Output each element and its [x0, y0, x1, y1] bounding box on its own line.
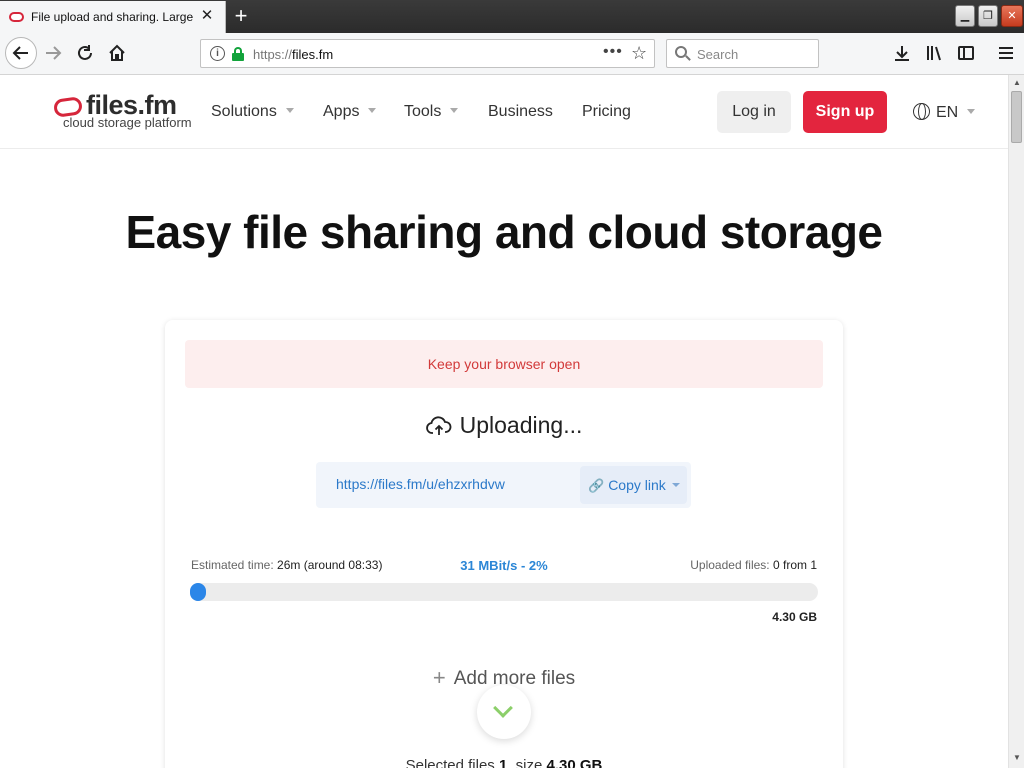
scrollbar-thumb[interactable] [1011, 91, 1022, 143]
home-icon [109, 44, 125, 61]
logo-tagline: cloud storage platform [63, 115, 192, 130]
site-header: files.fm cloud storage platform Solution… [0, 75, 1008, 149]
language-label: EN [936, 104, 959, 121]
home-button[interactable] [102, 38, 132, 68]
chevron-down-icon [967, 109, 976, 114]
url-protocol: https:// [253, 47, 293, 62]
browser-titlebar: File upload and sharing. Large file ✕ + … [0, 0, 1024, 33]
nav-label: Tools [404, 103, 442, 120]
chevron-down-icon [450, 108, 459, 113]
language-selector[interactable]: EN [913, 103, 976, 122]
uploaded-label: Uploaded files: [690, 558, 770, 572]
files-fm-favicon-icon [9, 12, 24, 22]
copy-link-label: Copy link [608, 477, 666, 493]
nav-business[interactable]: Business [488, 103, 553, 121]
cloud-upload-icon [425, 416, 452, 435]
uploaded-value: 0 from 1 [772, 558, 817, 572]
tab-title: File upload and sharing. Large file [31, 10, 193, 24]
chevron-down-icon [368, 108, 377, 113]
chevron-down-icon [671, 483, 680, 487]
selected-size-label: , size [507, 757, 543, 768]
scroll-down-button[interactable] [477, 685, 531, 739]
arrow-right-icon [46, 46, 62, 60]
upload-status: Uploading... [165, 412, 843, 439]
selected-prefix: Selected files [405, 757, 495, 768]
url-text[interactable]: https://files.fm [253, 47, 333, 62]
nav-label: Apps [323, 103, 360, 120]
reload-icon [78, 45, 92, 60]
page-actions-icon[interactable]: ••• [603, 43, 623, 61]
nav-solutions[interactable]: Solutions [211, 103, 294, 121]
signup-button[interactable]: Sign up [803, 91, 887, 133]
globe-icon [913, 103, 930, 120]
total-size: 4.30 GB [772, 610, 817, 624]
chevron-down-icon [285, 108, 294, 113]
link-icon: 🔗 [588, 478, 605, 493]
sidebar-icon[interactable] [954, 41, 978, 65]
files-fm-logo[interactable]: files.fm cloud storage platform [52, 90, 192, 133]
new-tab-button[interactable]: + [230, 5, 252, 27]
tab-close-icon[interactable]: ✕ [198, 7, 216, 25]
web-page: files.fm cloud storage platform Solution… [0, 75, 1008, 768]
library-icon[interactable] [922, 41, 946, 65]
login-button[interactable]: Log in [717, 91, 791, 133]
selected-size: 4.30 GB [546, 757, 603, 768]
scroll-up-arrow-icon[interactable]: ▲ [1011, 77, 1023, 89]
back-button[interactable] [5, 37, 37, 69]
bookmark-star-icon[interactable]: ☆ [631, 43, 647, 64]
address-bar[interactable]: i https://files.fm ••• ☆ [200, 39, 655, 68]
upload-progress-fill [190, 583, 206, 601]
reload-button[interactable] [70, 38, 100, 68]
add-more-label: Add more files [453, 668, 576, 689]
nav-apps[interactable]: Apps [323, 103, 377, 121]
arrow-left-icon [12, 46, 28, 60]
nav-label: Business [488, 103, 553, 120]
window-maximize-button[interactable]: ❐ [978, 5, 998, 27]
browser-tab[interactable]: File upload and sharing. Large file ✕ [0, 1, 226, 33]
lock-icon[interactable] [232, 47, 244, 61]
upload-status-text: Uploading... [459, 412, 583, 438]
share-link-box: https://files.fm/u/ehzxrhdvw 🔗 Copy link [316, 462, 691, 508]
search-input[interactable] [697, 45, 809, 63]
uploaded-files: Uploaded files: 0 from 1 [690, 558, 817, 572]
search-icon [675, 46, 691, 62]
browser-toolbar: i https://files.fm ••• ☆ [0, 33, 1024, 75]
hero-title: Easy file sharing and cloud storage [125, 206, 883, 258]
keep-browser-open-notice: Keep your browser open [185, 340, 823, 388]
upload-card: Keep your browser open Uploading... http… [165, 320, 843, 768]
hamburger-menu-icon[interactable] [994, 41, 1018, 65]
forward-button[interactable] [38, 38, 68, 68]
scroll-down-arrow-icon[interactable]: ▼ [1011, 752, 1023, 764]
share-link[interactable]: https://files.fm/u/ehzxrhdvw [336, 476, 505, 492]
nav-pricing[interactable]: Pricing [582, 103, 631, 121]
window-minimize-button[interactable]: ▁ [955, 5, 975, 27]
chevron-down-icon [493, 698, 513, 718]
upload-progress-bar [190, 583, 818, 601]
nav-tools[interactable]: Tools [404, 103, 459, 121]
copy-link-button[interactable]: 🔗 Copy link [580, 466, 687, 504]
search-box[interactable] [666, 39, 819, 68]
info-icon[interactable]: i [210, 46, 225, 61]
selected-files-summary: Selected files 1, size 4.30 GB [165, 757, 843, 768]
page-scrollbar[interactable]: ▲ ▼ [1008, 75, 1024, 768]
nav-label: Solutions [211, 103, 277, 120]
window-close-button[interactable]: ✕ [1001, 5, 1023, 27]
download-icon[interactable] [890, 41, 914, 65]
plus-icon: + [432, 665, 446, 690]
url-host: files.fm [292, 47, 334, 62]
nav-label: Pricing [582, 103, 631, 120]
